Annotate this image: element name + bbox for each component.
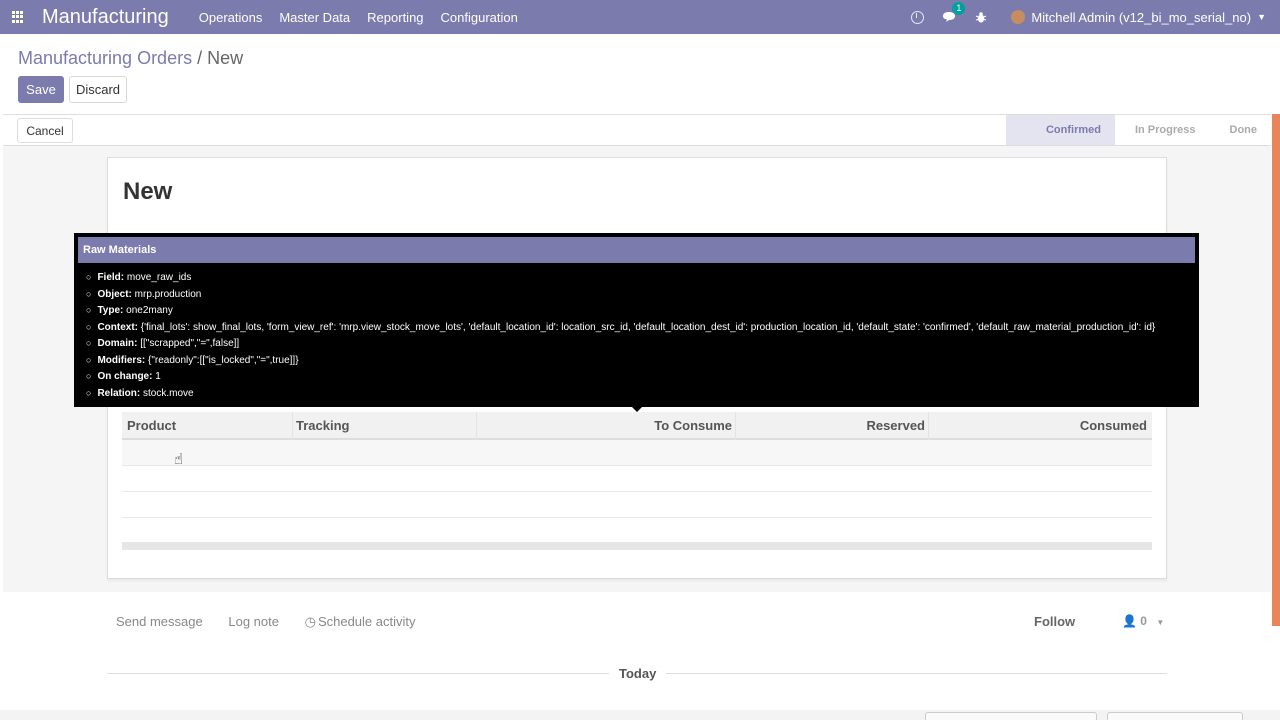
caret-down-icon: ▼: [1156, 618, 1165, 627]
clock-icon: ◷: [304, 614, 316, 629]
breadcrumb-current: New: [207, 48, 244, 68]
tooltip-title: Raw Materials: [78, 237, 1195, 263]
table-row: [122, 466, 1152, 492]
notification-button[interactable]: [1107, 712, 1243, 720]
chatter-topbar: Send message Log note ◷ Schedule activity: [116, 614, 460, 630]
breadcrumb-parent[interactable]: Manufacturing Orders: [18, 48, 192, 68]
send-message-button[interactable]: Send message: [116, 614, 203, 629]
hand-cursor-icon: ☝: [174, 451, 184, 468]
notification-button[interactable]: [925, 712, 1097, 720]
menu-master-data[interactable]: Master Data: [279, 10, 350, 25]
record-title[interactable]: New: [123, 178, 172, 206]
save-button[interactable]: Save: [18, 76, 64, 103]
message-count-badge: 1: [952, 2, 966, 15]
cancel-button[interactable]: Cancel: [17, 118, 73, 143]
log-note-button[interactable]: Log note: [228, 614, 279, 629]
tooltip-item: On change: 1: [86, 368, 1155, 385]
field-tooltip: Raw Materials Field: move_raw_ids Object…: [74, 233, 1199, 412]
user-menu[interactable]: Mitchell Admin (v12_bi_mo_serial_no): [1031, 10, 1251, 25]
user-icon: 👤: [1122, 614, 1137, 628]
browser-notification-bar: [0, 710, 1280, 720]
app-title[interactable]: Manufacturing: [42, 6, 169, 29]
tooltip-arrow: [632, 407, 642, 412]
chevron-down-icon: ▼: [1257, 12, 1266, 22]
menu-reporting[interactable]: Reporting: [367, 10, 423, 25]
schedule-activity-button[interactable]: ◷ Schedule activity: [305, 614, 438, 629]
date-divider-left: [107, 673, 609, 674]
table-row[interactable]: [122, 440, 1152, 466]
scrollbar-indicator[interactable]: [1272, 114, 1280, 626]
messages-icon[interactable]: 1: [941, 2, 966, 25]
column-reserved[interactable]: Reserved: [866, 418, 925, 433]
debug-bug-icon[interactable]: [973, 9, 989, 25]
user-avatar[interactable]: [1011, 10, 1026, 24]
menu-operations[interactable]: Operations: [199, 10, 263, 25]
stage-confirmed[interactable]: Confirmed: [1005, 115, 1115, 145]
tooltip-item: Relation: stock.move: [86, 385, 1155, 402]
followers-count: 0: [1140, 614, 1147, 628]
stage-pipeline: Confirmed In Progress Done: [1005, 115, 1272, 145]
tooltip-item: Context: {'final_lots': show_final_lots,…: [86, 319, 1155, 336]
column-consumed[interactable]: Consumed: [1080, 418, 1147, 433]
tooltip-item: Object: mrp.production: [86, 286, 1155, 303]
activity-clock-icon[interactable]: [909, 9, 925, 25]
top-navbar: Manufacturing Operations Master Data Rep…: [0, 0, 1280, 34]
follow-button[interactable]: Follow: [1034, 614, 1075, 629]
discard-button[interactable]: Discard: [69, 76, 127, 103]
table-row: [122, 492, 1152, 518]
column-product[interactable]: Product: [127, 418, 176, 433]
status-bar: Cancel Confirmed In Progress Done: [3, 114, 1271, 146]
tooltip-item: Domain: [["scrapped","=",false]]: [86, 335, 1155, 352]
tooltip-item: Type: one2many: [86, 302, 1155, 319]
tooltip-details: Field: move_raw_ids Object: mrp.producti…: [86, 269, 1155, 401]
tooltip-item: Modifiers: {"readonly":[["is_locked","="…: [86, 352, 1155, 369]
column-tracking[interactable]: Tracking: [296, 418, 349, 433]
breadcrumb-separator: /: [197, 48, 203, 68]
apps-menu-icon[interactable]: [12, 11, 24, 23]
raw-materials-table-header: Product Tracking To Consume Reserved Con…: [122, 412, 1152, 440]
date-divider-right: [666, 673, 1167, 674]
table-row: [122, 518, 1152, 544]
followers-dropdown[interactable]: 👤 0 ▼: [1122, 614, 1164, 628]
stage-in-progress[interactable]: In Progress: [1115, 115, 1210, 145]
date-separator: Today: [619, 666, 657, 681]
stage-done[interactable]: Done: [1210, 115, 1272, 145]
column-to-consume[interactable]: To Consume: [654, 418, 732, 433]
menu-configuration[interactable]: Configuration: [441, 10, 518, 25]
breadcrumb: Manufacturing Orders / New: [18, 48, 243, 69]
table-footer: [122, 542, 1152, 550]
tooltip-item: Field: move_raw_ids: [86, 269, 1155, 286]
